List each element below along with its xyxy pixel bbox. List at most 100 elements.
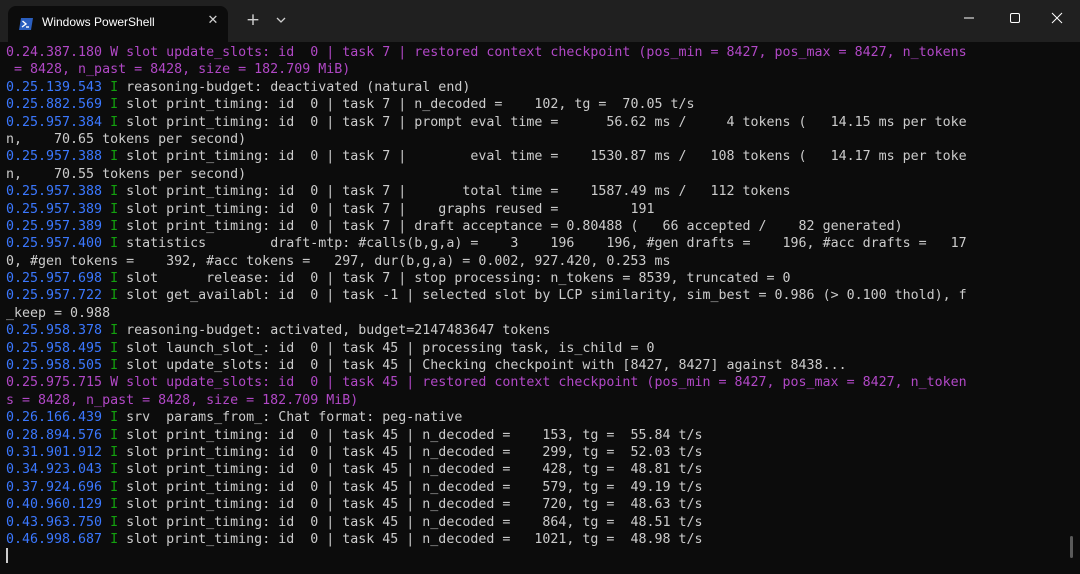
log-level: I <box>102 288 119 304</box>
close-button[interactable] <box>1034 0 1080 36</box>
title-bar: Windows PowerShell ✕ + <box>0 0 1080 42</box>
powershell-window: Windows PowerShell ✕ + 0.24.387.180 W sl… <box>0 0 1080 574</box>
terminal-line: 0.31.901.912 I slot print_timing: id 0 |… <box>6 444 1066 461</box>
log-level: I <box>102 184 119 200</box>
log-level: I <box>102 218 119 234</box>
log-timestamp: 0.25.957.400 <box>6 236 103 252</box>
log-level: I <box>102 479 119 495</box>
log-timestamp: 0.26.166.439 <box>6 410 103 426</box>
log-message: slot print_timing: id 0 | task 7 | total… <box>118 184 791 200</box>
terminal-line: 0.24.387.180 W slot update_slots: id 0 |… <box>6 44 1066 61</box>
log-message: reasoning-budget: activated, budget=2147… <box>118 323 551 339</box>
log-message: slot print_timing: id 0 | task 45 | n_de… <box>118 427 703 443</box>
log-level: I <box>102 462 119 478</box>
log-timestamp: 0.25.957.722 <box>6 288 103 304</box>
log-message: srv params_from_: Chat format: peg-nativ… <box>118 410 463 426</box>
terminal-line: 0.34.923.043 I slot print_timing: id 0 |… <box>6 461 1066 478</box>
tab-title: Windows PowerShell <box>42 15 155 29</box>
log-level: I <box>102 340 119 356</box>
log-warning-text: 0.25.975.715 W slot update_slots: id 0 |… <box>6 375 967 391</box>
log-timestamp: 0.25.957.388 <box>6 184 103 200</box>
scrollbar-thumb[interactable] <box>1070 536 1073 558</box>
chevron-down-icon <box>276 17 286 23</box>
minimize-button[interactable] <box>946 0 992 36</box>
log-timestamp: 0.25.957.698 <box>6 271 103 287</box>
log-message: slot launch_slot_: id 0 | task 45 | proc… <box>118 340 655 356</box>
terminal-line: 0.43.963.750 I slot print_timing: id 0 |… <box>6 514 1066 531</box>
terminal-line: 0.25.957.698 I slot release: id 0 | task… <box>6 270 1066 287</box>
terminal-line: 0.25.975.715 W slot update_slots: id 0 |… <box>6 374 1066 391</box>
log-level: I <box>102 323 119 339</box>
terminal-line: 0.37.924.696 I slot print_timing: id 0 |… <box>6 479 1066 496</box>
powershell-icon <box>19 18 33 30</box>
log-level: I <box>102 271 119 287</box>
terminal-line: 0.25.958.378 I reasoning-budget: activat… <box>6 322 1066 339</box>
log-message: slot print_timing: id 0 | task 45 | n_de… <box>118 444 703 460</box>
log-message: slot print_timing: id 0 | task 45 | n_de… <box>118 462 703 478</box>
terminal-line: 0.25.957.722 I slot get_availabl: id 0 |… <box>6 287 1066 304</box>
tab-close-icon[interactable]: ✕ <box>205 13 221 29</box>
terminal-line: 0.25.882.569 I slot print_timing: id 0 |… <box>6 96 1066 113</box>
log-level: I <box>102 427 119 443</box>
log-level: I <box>102 497 119 513</box>
log-message: slot update_slots: id 0 | task 45 | Chec… <box>118 358 847 374</box>
log-timestamp: 0.25.958.505 <box>6 358 103 374</box>
log-message: reasoning-budget: deactivated (natural e… <box>118 79 471 95</box>
log-message: slot print_timing: id 0 | task 45 | n_de… <box>118 514 703 530</box>
terminal-line: n, 70.55 tokens per second) <box>6 166 1066 183</box>
log-timestamp: 0.28.894.576 <box>6 427 103 443</box>
log-level: I <box>102 410 119 426</box>
log-level: I <box>102 236 119 252</box>
log-message: slot print_timing: id 0 | task 45 | n_de… <box>118 479 703 495</box>
terminal-line: 0.25.957.389 I slot print_timing: id 0 |… <box>6 201 1066 218</box>
log-timestamp: 0.25.957.388 <box>6 149 103 165</box>
log-message: 0, #gen tokens = 392, #acc tokens = 297,… <box>6 253 671 269</box>
log-level: I <box>102 149 119 165</box>
log-warning-text: s = 8428, n_past = 8428, size = 182.709 … <box>6 392 359 408</box>
log-timestamp: 0.25.882.569 <box>6 97 103 113</box>
log-timestamp: 0.25.957.389 <box>6 218 103 234</box>
log-timestamp: 0.46.998.687 <box>6 531 103 547</box>
terminal-line: 0.40.960.129 I slot print_timing: id 0 |… <box>6 496 1066 513</box>
prompt-line[interactable] <box>6 548 1066 565</box>
log-level: I <box>102 531 119 547</box>
terminal-line: 0.28.894.576 I slot print_timing: id 0 |… <box>6 427 1066 444</box>
maximize-button[interactable] <box>992 0 1038 36</box>
log-timestamp: 0.40.960.129 <box>6 497 103 513</box>
log-message: slot get_availabl: id 0 | task -1 | sele… <box>118 288 967 304</box>
log-level: I <box>102 514 119 530</box>
terminal-line: 0.25.958.505 I slot update_slots: id 0 |… <box>6 357 1066 374</box>
log-timestamp: 0.43.963.750 <box>6 514 103 530</box>
terminal-line: 0.46.998.687 I slot print_timing: id 0 |… <box>6 531 1066 548</box>
log-timestamp: 0.25.139.543 <box>6 79 103 95</box>
close-icon <box>1051 12 1063 24</box>
log-level: I <box>102 358 119 374</box>
tab-dropdown-button[interactable] <box>272 10 290 30</box>
terminal-line: s = 8428, n_past = 8428, size = 182.709 … <box>6 392 1066 409</box>
terminal-output[interactable]: 0.24.387.180 W slot update_slots: id 0 |… <box>6 44 1066 570</box>
log-timestamp: 0.25.958.495 <box>6 340 103 356</box>
log-timestamp: 0.34.923.043 <box>6 462 103 478</box>
log-level: I <box>102 97 119 113</box>
log-timestamp: 0.25.958.378 <box>6 323 103 339</box>
log-timestamp: 0.31.901.912 <box>6 444 103 460</box>
terminal-line: 0.25.957.389 I slot print_timing: id 0 |… <box>6 218 1066 235</box>
terminal-line: 0.25.139.543 I reasoning-budget: deactiv… <box>6 79 1066 96</box>
terminal-line: _keep = 0.988 <box>6 305 1066 322</box>
log-level: I <box>102 79 119 95</box>
log-message: n, 70.55 tokens per second) <box>6 166 247 182</box>
terminal-line: 0.26.166.439 I srv params_from_: Chat fo… <box>6 409 1066 426</box>
log-timestamp: 0.37.924.696 <box>6 479 103 495</box>
log-level: I <box>102 444 119 460</box>
new-tab-button[interactable]: + <box>243 10 263 30</box>
log-level: I <box>102 201 119 217</box>
terminal-line: 0.25.958.495 I slot launch_slot_: id 0 |… <box>6 340 1066 357</box>
minimize-icon <box>964 17 974 19</box>
tab-windows-powershell[interactable]: Windows PowerShell ✕ <box>8 6 228 42</box>
text-cursor <box>6 548 8 564</box>
terminal-line: 0.25.957.400 I statistics draft-mtp: #ca… <box>6 235 1066 252</box>
log-message: statistics draft-mtp: #calls(b,g,a) = 3 … <box>118 236 967 252</box>
maximize-icon <box>1010 13 1020 23</box>
log-message: slot release: id 0 | task 7 | stop proce… <box>118 271 791 287</box>
log-level: I <box>102 114 119 130</box>
